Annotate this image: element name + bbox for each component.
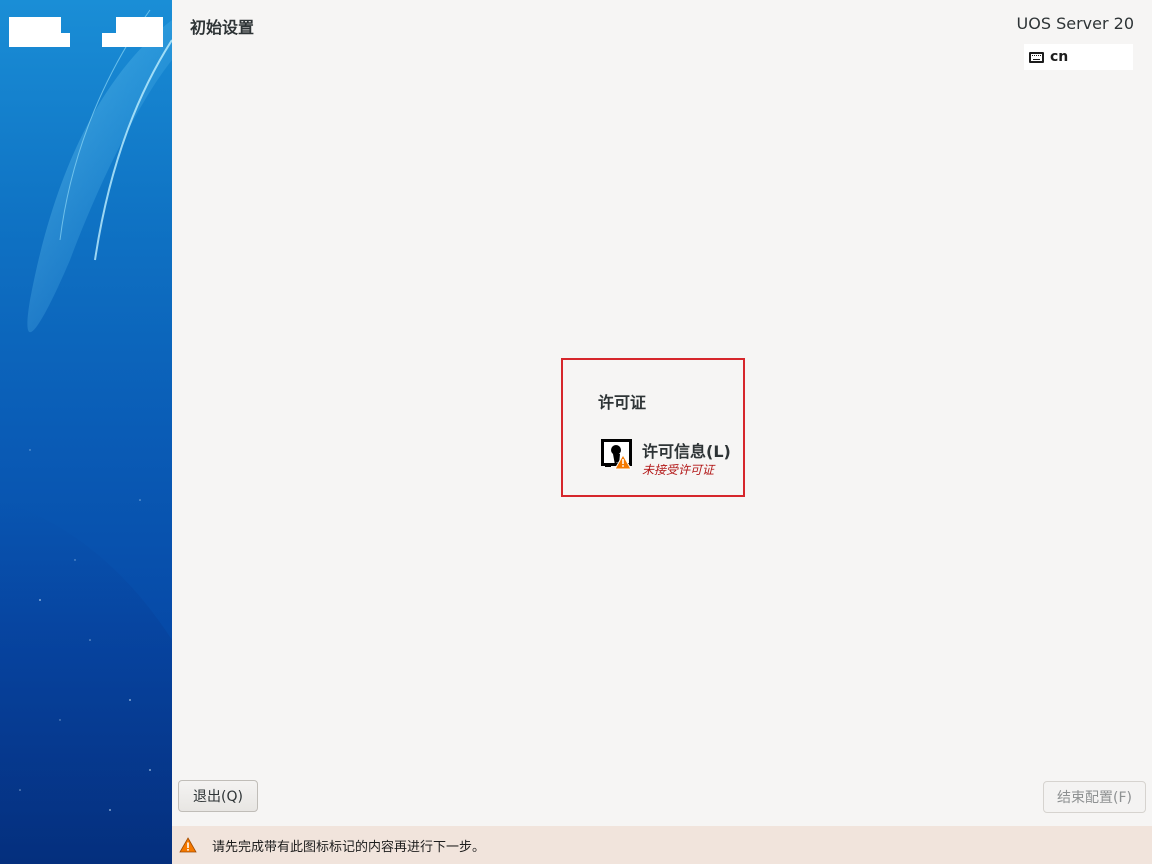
page-title: 初始设置	[190, 18, 255, 37]
product-name: UOS Server 20	[1016, 14, 1134, 33]
keyboard-layout-label: cn	[1050, 49, 1069, 65]
license-information-spoke[interactable]: 许可信息(L) 未接受许可证	[601, 436, 739, 480]
logo-right	[116, 17, 163, 47]
warning-bar: 请先完成带有此图标标记的内容再进行下一步。	[172, 826, 1152, 864]
quit-button[interactable]: 退出(Q)	[178, 780, 258, 812]
keyboard-layout-indicator[interactable]: cn	[1024, 44, 1133, 70]
warning-triangle-icon	[179, 837, 197, 853]
sidebar-banner	[0, 0, 172, 864]
sidebar-decoration	[0, 9, 172, 864]
keyboard-icon	[1029, 51, 1044, 63]
license-document-warning-icon	[601, 439, 632, 470]
warning-message: 请先完成带有此图标标记的内容再进行下一步。	[212, 839, 486, 855]
initial-setup-window: 初始设置 UOS Server 20 cn 许可证 许可信息(L) 未接受许可证…	[0, 0, 1152, 864]
spoke-status: 未接受许可证	[642, 463, 715, 477]
license-section-highlight: 许可证 许可信息(L) 未接受许可证	[561, 358, 745, 497]
logo-left	[9, 17, 61, 47]
logo-left-step	[61, 33, 70, 47]
finish-configuration-button[interactable]: 结束配置(F)	[1043, 781, 1146, 813]
logo-right-step	[102, 33, 116, 47]
section-title-license: 许可证	[598, 393, 647, 412]
spoke-title: 许可信息(L)	[642, 442, 731, 461]
